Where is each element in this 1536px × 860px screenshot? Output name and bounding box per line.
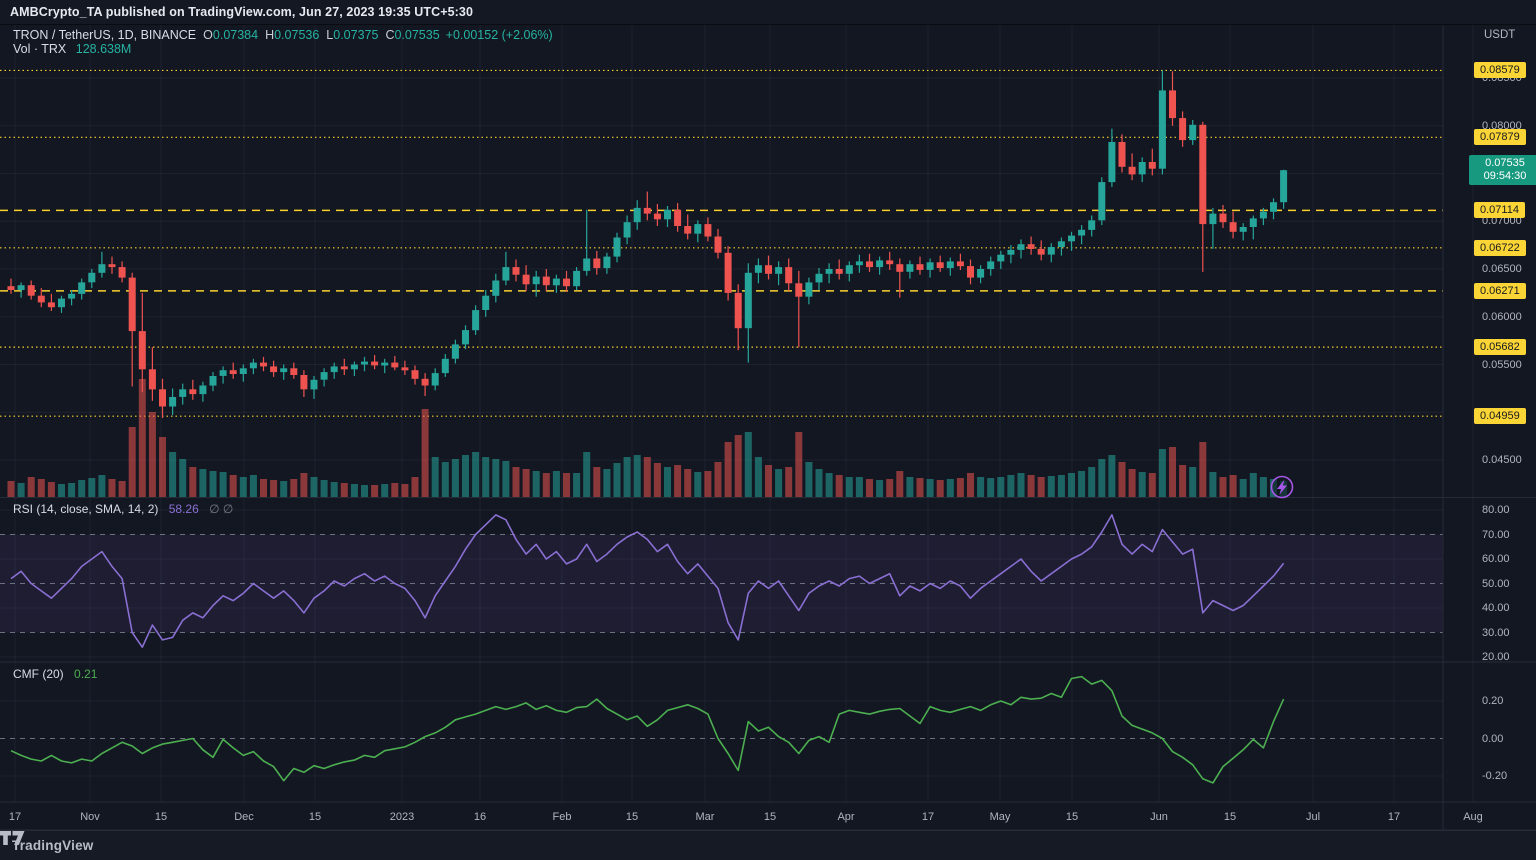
price-level-label[interactable]: 0.06722 (1474, 240, 1526, 256)
time-tick-label: Mar (696, 811, 715, 823)
time-tick-label: Aug (1463, 811, 1483, 823)
price-level-label[interactable]: 0.07879 (1474, 129, 1526, 145)
rsi-tick-label: 20.00 (1482, 651, 1510, 663)
rsi-tick-label: 30.00 (1482, 627, 1510, 639)
ohlc-key: O (203, 28, 213, 42)
ohlc-value: 0.07384 (213, 28, 258, 42)
label-overlay: TRON / TetherUS, 1D, BINANCEO0.07384H0.0… (0, 0, 1536, 860)
time-tick-label: 15 (1224, 811, 1236, 823)
price-level-label[interactable]: 0.08579 (1474, 62, 1526, 78)
time-tick-label: Jun (1150, 811, 1168, 823)
ohlc-value: 0.07375 (333, 28, 378, 42)
time-tick-label: 15 (155, 811, 167, 823)
price-level-label[interactable]: 0.04959 (1474, 408, 1526, 424)
time-tick-label: Jul (1306, 811, 1320, 823)
footer-bar: TradingView (0, 830, 1536, 860)
time-tick-label: Dec (234, 811, 254, 823)
rsi-hidden-ma-values: ∅ ∅ (209, 502, 233, 516)
price-level-label[interactable]: 0.06271 (1474, 283, 1526, 299)
volume-legend[interactable]: Vol · TRX 128.638M (13, 42, 131, 56)
price-level-label[interactable]: 0.07114 (1474, 202, 1525, 218)
time-tick-label: 2023 (390, 811, 414, 823)
time-tick-label: 15 (309, 811, 321, 823)
time-tick-label: 15 (626, 811, 638, 823)
time-tick-label: Apr (837, 811, 854, 823)
symbol-title: TRON / TetherUS, 1D, BINANCE (13, 28, 196, 42)
price-tick-label: 0.05500 (1482, 359, 1522, 371)
ohlc-value: 0.07535 (394, 28, 439, 42)
time-tick-label: 16 (474, 811, 486, 823)
time-tick-label: 15 (764, 811, 776, 823)
cmf-legend-title: CMF (20) (13, 667, 64, 681)
cmf-value: 0.21 (74, 667, 97, 681)
ohlc-key: H (265, 28, 274, 42)
price-tick-label: 0.06000 (1482, 311, 1522, 323)
ohlc-values: O0.07384H0.07536L0.07375C0.07535 (196, 28, 440, 42)
price-level-label[interactable]: 0.05682 (1474, 339, 1526, 355)
time-tick-label: Feb (553, 811, 572, 823)
cmf-tick-label: -0.20 (1482, 770, 1507, 782)
cmf-legend[interactable]: CMF (20) 0.21 (13, 667, 97, 681)
price-tick-label: 0.04500 (1482, 454, 1522, 466)
rsi-legend-title: RSI (14, close, SMA, 14, 2) (13, 502, 158, 516)
rsi-tick-label: 40.00 (1482, 602, 1510, 614)
volume-label: Vol · TRX (13, 42, 66, 56)
change-value: +0.00152 (+2.06%) (446, 28, 553, 42)
rsi-tick-label: 50.00 (1482, 578, 1510, 590)
tradingview-published-chart: TRON / TetherUS, 1D, BINANCEO0.07384H0.0… (0, 0, 1536, 860)
time-tick-label: 17 (1388, 811, 1400, 823)
attribution-bar: AMBCrypto_TA published on TradingView.co… (0, 0, 1536, 25)
cmf-tick-label: 0.00 (1482, 733, 1503, 745)
ohlc-value: 0.07536 (274, 28, 319, 42)
time-tick-label: Nov (80, 811, 100, 823)
last-price-label[interactable]: 0.07535 09:54:30 (1469, 155, 1536, 185)
attribution-text: AMBCrypto_TA published on TradingView.co… (10, 5, 473, 19)
time-tick-label: 15 (1066, 811, 1078, 823)
rsi-value: 58.26 (169, 502, 199, 516)
price-axis-unit: USDT (1484, 29, 1515, 41)
rsi-tick-label: 60.00 (1482, 553, 1510, 565)
bar-countdown: 09:54:30 (1473, 170, 1536, 183)
cmf-tick-label: 0.20 (1482, 695, 1503, 707)
time-tick-label: 17 (922, 811, 934, 823)
rsi-tick-label: 80.00 (1482, 504, 1510, 516)
time-tick-label: May (990, 811, 1011, 823)
rsi-legend[interactable]: RSI (14, close, SMA, 14, 2) 58.26 ∅ ∅ (13, 502, 233, 516)
price-tick-label: 0.06500 (1482, 263, 1522, 275)
rsi-tick-label: 70.00 (1482, 529, 1510, 541)
volume-value: 128.638M (76, 42, 132, 56)
time-tick-label: 17 (9, 811, 21, 823)
tradingview-logo-icon[interactable] (0, 831, 25, 845)
last-price-value: 0.07535 (1473, 157, 1536, 170)
symbol-legend[interactable]: TRON / TetherUS, 1D, BINANCEO0.07384H0.0… (13, 28, 553, 42)
